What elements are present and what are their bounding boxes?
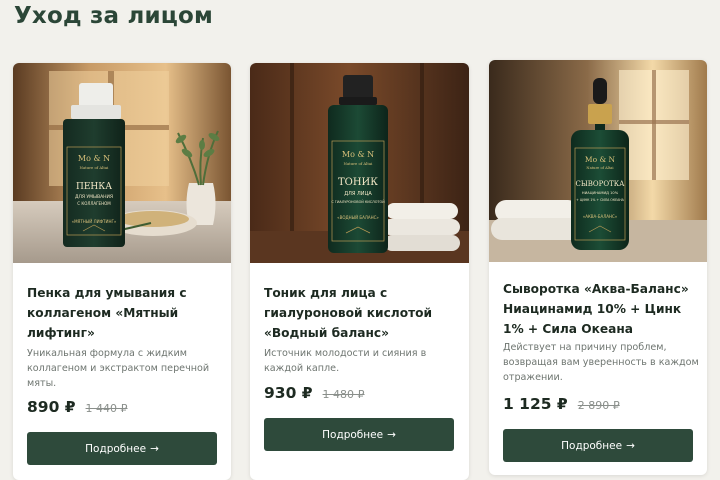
- product-image-serum[interactable]: Mo & N Nature of Altai СЫВОРОТКА НИАЦИНА…: [489, 60, 707, 262]
- details-button-label: Подробнее: [85, 442, 147, 455]
- product-title[interactable]: Сыворотка «Аква-Баланс» Ниацинамид 10% +…: [503, 279, 703, 339]
- product-title[interactable]: Тоник для лица с гиалуроновой кислотой «…: [264, 283, 459, 343]
- product-image-foam[interactable]: Mo & N Nature of Altai ПЕНКА ДЛЯ УМЫВАНИ…: [13, 63, 231, 263]
- bottle-brand: Mo & N: [78, 154, 110, 163]
- old-price: 1 480 ₽: [322, 388, 365, 401]
- product-card-foam[interactable]: Mo & N Nature of Altai ПЕНКА ДЛЯ УМЫВАНИ…: [13, 63, 231, 480]
- bottle-product-line2: ДЛЯ УМЫВАНИЯ: [75, 194, 113, 200]
- price-row: 890 ₽ 1 440 ₽: [27, 398, 128, 416]
- bottle-product-line1: СЫВОРОТКА: [576, 180, 626, 188]
- bottle-product-line2: НИАЦИНАМИД 10%: [582, 191, 619, 195]
- details-button[interactable]: Подробнее →: [27, 432, 217, 465]
- old-price: 2 890 ₽: [577, 399, 620, 412]
- details-button-label: Подробнее: [322, 428, 384, 441]
- price-row: 930 ₽ 1 480 ₽: [264, 384, 365, 402]
- bottle-brand-sub: Nature of Altai: [80, 165, 109, 170]
- product-card-serum[interactable]: Mo & N Nature of Altai СЫВОРОТКА НИАЦИНА…: [489, 60, 707, 475]
- arrow-right-icon: →: [150, 442, 159, 455]
- price: 890 ₽: [27, 398, 76, 416]
- old-price: 1 440 ₽: [85, 402, 128, 415]
- product-description: Уникальная формула с жидким коллагеном и…: [27, 348, 210, 389]
- bottle-product-line3: С КОЛЛАГЕНОМ: [77, 201, 111, 206]
- product-card-toner[interactable]: Mo & N Nature of Altai ТОНИК ДЛЯ ЛИЦА С …: [250, 63, 469, 480]
- bottle-product-variant: «ВОДНЫЙ БАЛАНС»: [337, 215, 379, 220]
- bottle-product-line3: С ГИАЛУРОНОВОЙ КИСЛОТОЙ: [331, 199, 385, 204]
- arrow-right-icon: →: [626, 439, 635, 452]
- bottle-product-line2: ДЛЯ ЛИЦА: [344, 191, 372, 197]
- bottle-product-line3: + ЦИНК 1% + СИЛА ОКЕАНА: [576, 198, 625, 202]
- details-button-label: Подробнее: [561, 439, 623, 452]
- price-row: 1 125 ₽ 2 890 ₽: [503, 395, 620, 413]
- product-title[interactable]: Пенка для умывания с коллагеном «Мятный …: [27, 283, 222, 343]
- bottle-brand-sub: Nature of Altai: [586, 166, 614, 170]
- details-button[interactable]: Подробнее →: [264, 418, 454, 451]
- price: 1 125 ₽: [503, 395, 568, 413]
- bottle-brand-sub: Nature of Altai: [344, 161, 373, 166]
- bottle-product-line1: ПЕНКА: [76, 182, 112, 192]
- bottle-brand: Mo & N: [342, 150, 374, 159]
- arrow-right-icon: →: [387, 428, 396, 441]
- product-image-toner[interactable]: Mo & N Nature of Altai ТОНИК ДЛЯ ЛИЦА С …: [250, 63, 469, 263]
- price: 930 ₽: [264, 384, 313, 402]
- product-description: Действует на причину проблем, возвращая …: [503, 342, 699, 383]
- page-title: Уход за лицом: [14, 3, 214, 29]
- details-button[interactable]: Подробнее →: [503, 429, 693, 462]
- bottle-brand: Mo & N: [585, 155, 616, 164]
- bottle-product-variant: «МЯТНЫЙ ЛИФТИНГ»: [72, 219, 117, 224]
- product-description: Источник молодости и сияния в каждой кап…: [264, 348, 427, 374]
- bottle-product-variant: «АКВА-БАЛАНС»: [583, 214, 618, 219]
- bottle-product-line1: ТОНИК: [338, 177, 378, 188]
